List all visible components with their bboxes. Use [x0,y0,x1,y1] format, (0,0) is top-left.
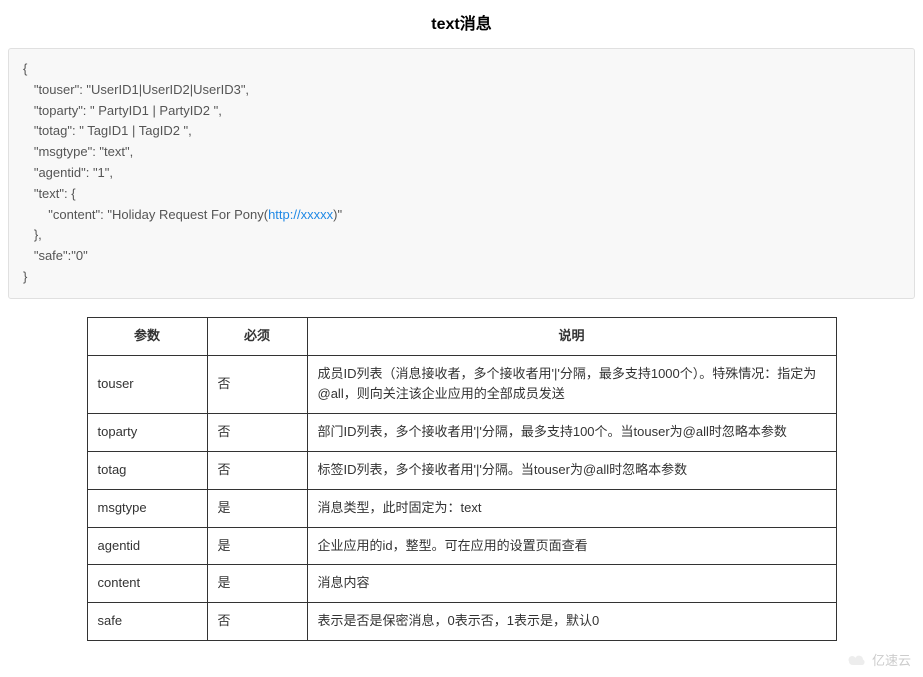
cell-required: 否 [207,414,307,452]
code-pre: { "touser": "UserID1|UserID2|UserID3", "… [23,61,268,222]
cell-required: 否 [207,451,307,489]
cell-param: safe [87,603,207,641]
cell-desc: 消息类型，此时固定为：text [307,489,836,527]
cloud-icon [846,653,868,667]
table-row: toparty 否 部门ID列表，多个接收者用'|'分隔，最多支持100个。当t… [87,414,836,452]
cell-desc: 消息内容 [307,565,836,603]
cell-desc: 标签ID列表，多个接收者用'|'分隔。当touser为@all时忽略本参数 [307,451,836,489]
cell-desc: 成员ID列表（消息接收者，多个接收者用'|'分隔，最多支持1000个）。特殊情况… [307,355,836,414]
cell-desc: 部门ID列表，多个接收者用'|'分隔，最多支持100个。当touser为@all… [307,414,836,452]
cell-desc: 表示是否是保密消息，0表示否，1表示是，默认0 [307,603,836,641]
table-row: touser 否 成员ID列表（消息接收者，多个接收者用'|'分隔，最多支持10… [87,355,836,414]
header-required: 必须 [207,317,307,355]
cell-required: 否 [207,355,307,414]
cell-desc: 企业应用的id，整型。可在应用的设置页面查看 [307,527,836,565]
table-row: msgtype 是 消息类型，此时固定为：text [87,489,836,527]
parameter-table: 参数 必须 说明 touser 否 成员ID列表（消息接收者，多个接收者用'|'… [87,317,837,641]
cell-required: 是 [207,489,307,527]
table-row: content 是 消息内容 [87,565,836,603]
header-param: 参数 [87,317,207,355]
watermark: 亿速云 [846,650,911,669]
cell-param: touser [87,355,207,414]
table-row: totag 否 标签ID列表，多个接收者用'|'分隔。当touser为@all时… [87,451,836,489]
cell-required: 是 [207,527,307,565]
cell-required: 是 [207,565,307,603]
cell-param: msgtype [87,489,207,527]
table-row: agentid 是 企业应用的id，整型。可在应用的设置页面查看 [87,527,836,565]
table-row: safe 否 表示是否是保密消息，0表示否，1表示是，默认0 [87,603,836,641]
cell-param: toparty [87,414,207,452]
cell-param: content [87,565,207,603]
cell-param: agentid [87,527,207,565]
watermark-text: 亿速云 [872,650,911,669]
page-title: text消息 [8,10,915,34]
table-header-row: 参数 必须 说明 [87,317,836,355]
header-desc: 说明 [307,317,836,355]
code-link[interactable]: http://xxxxx [268,207,333,222]
json-code-block: { "touser": "UserID1|UserID2|UserID3", "… [8,48,915,299]
cell-required: 否 [207,603,307,641]
cell-param: totag [87,451,207,489]
